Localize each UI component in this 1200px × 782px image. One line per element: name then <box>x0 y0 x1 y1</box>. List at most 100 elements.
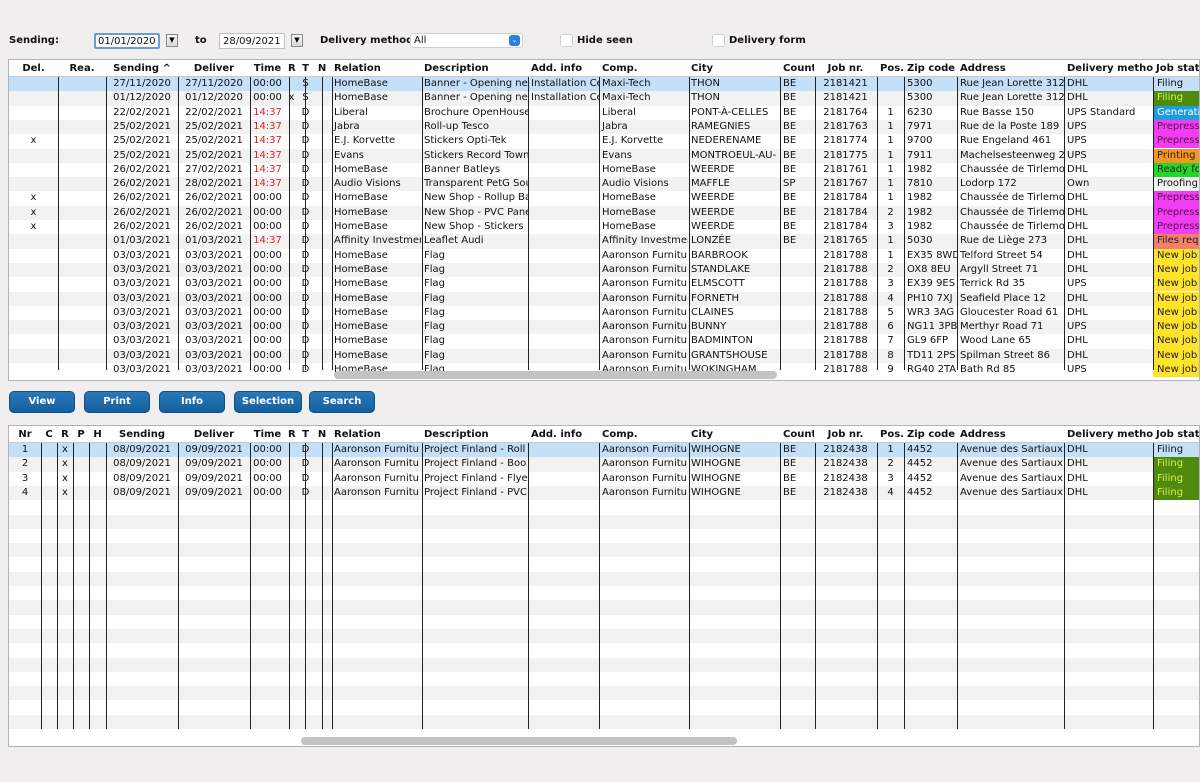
column-header-add_info[interactable]: Add. info <box>528 60 599 76</box>
column-header-deliver[interactable]: Deliver <box>178 60 250 76</box>
date-from-field[interactable]: 01/01/2020 <box>94 33 160 49</box>
column-divider[interactable] <box>877 443 878 729</box>
column-header-city[interactable]: City <box>688 60 780 76</box>
column-divider[interactable] <box>322 443 323 729</box>
table-row[interactable]: 03/03/202103/03/202100:00DHomeBaseFlagAa… <box>9 262 1199 278</box>
column-header-n[interactable]: N <box>313 426 331 442</box>
table-row[interactable]: 01/03/202101/03/202114:37DAffinity Inves… <box>9 234 1199 249</box>
column-header-count[interactable]: Count <box>780 60 814 76</box>
column-divider[interactable] <box>599 443 600 729</box>
delivery-form-checkbox[interactable] <box>712 34 725 47</box>
column-header-address[interactable]: Address <box>957 426 1064 442</box>
hide-seen-checkbox[interactable] <box>560 34 573 47</box>
column-divider[interactable] <box>815 77 816 370</box>
column-divider[interactable] <box>957 443 958 729</box>
table-row[interactable]: 03/03/202103/03/202100:00DHomeBaseFlagAa… <box>9 320 1199 335</box>
column-header-h[interactable]: H <box>89 426 106 442</box>
table-row[interactable]: x26/02/202126/02/202100:00DHomeBaseNew S… <box>9 220 1199 235</box>
column-divider[interactable] <box>1064 443 1065 729</box>
column-divider[interactable] <box>106 443 107 729</box>
column-divider[interactable] <box>305 443 306 729</box>
column-header-status[interactable]: Job statu <box>1153 426 1199 442</box>
date-from-dropdown-button[interactable]: ▼ <box>166 34 178 47</box>
column-header-count[interactable]: Count <box>780 426 814 442</box>
delivery-method-select[interactable]: All ⌄ <box>410 33 523 48</box>
column-divider[interactable] <box>957 77 958 370</box>
column-header-job_nr[interactable]: Job nr. <box>814 60 877 76</box>
table-row[interactable]: 03/03/202103/03/202100:00DHomeBaseFlagAa… <box>9 334 1199 349</box>
column-header-relation[interactable]: Relation <box>331 426 421 442</box>
selection-button[interactable]: Selection <box>234 391 302 413</box>
column-divider[interactable] <box>422 77 423 370</box>
column-header-zip[interactable]: Zip code <box>904 60 957 76</box>
table-row[interactable]: 03/03/202103/03/202100:00DHomeBaseFlagAa… <box>9 348 1199 363</box>
column-divider[interactable] <box>780 77 781 370</box>
column-divider[interactable] <box>322 77 323 370</box>
column-divider[interactable] <box>528 77 529 370</box>
column-divider[interactable] <box>422 443 423 729</box>
column-divider[interactable] <box>57 443 58 729</box>
table-row[interactable]: 03/03/202103/03/202100:00DHomeBaseFlagAa… <box>9 305 1199 321</box>
table-row[interactable]: 03/03/202103/03/202100:00DHomeBaseFlagAa… <box>9 277 1199 292</box>
column-header-c[interactable]: C <box>41 426 57 442</box>
column-header-relation[interactable]: Relation <box>331 60 421 76</box>
column-header-comp[interactable]: Comp. <box>599 426 688 442</box>
table-row[interactable]: 1x08/09/202109/09/202100:00DAaronson Fur… <box>9 443 1199 458</box>
column-divider[interactable] <box>1064 77 1065 370</box>
column-header-description[interactable]: Description <box>421 426 528 442</box>
column-header-n[interactable]: N <box>313 60 331 76</box>
column-header-t[interactable]: T <box>298 60 313 76</box>
view-button[interactable]: View <box>9 391 75 413</box>
column-header-pos[interactable]: Pos. <box>877 60 904 76</box>
table-row[interactable]: x26/02/202126/02/202100:00DHomeBaseNew S… <box>9 205 1199 220</box>
table-row[interactable]: x26/02/202126/02/202100:00DHomeBaseNew S… <box>9 191 1199 206</box>
table-row[interactable]: 25/02/202125/02/202114:37DEvansStickers … <box>9 148 1199 163</box>
table-row[interactable]: 01/12/202001/12/202000:00xSHomeBaseBanne… <box>9 91 1199 106</box>
column-divider[interactable] <box>528 443 529 729</box>
table-row[interactable]: 3x08/09/202109/09/202100:00DAaronson Fur… <box>9 471 1199 486</box>
job-positions-table-horizontal-scrollbar[interactable] <box>301 737 737 745</box>
column-header-del[interactable]: Del. <box>9 60 58 76</box>
column-header-time[interactable]: Time <box>250 426 285 442</box>
column-divider[interactable] <box>89 443 90 729</box>
column-header-delivery[interactable]: Delivery method <box>1064 60 1153 76</box>
column-divider[interactable] <box>73 443 74 729</box>
column-divider[interactable] <box>58 77 59 370</box>
column-header-delivery[interactable]: Delivery method <box>1064 426 1153 442</box>
column-header-nr[interactable]: Nr <box>9 426 41 442</box>
column-divider[interactable] <box>289 443 290 729</box>
column-header-sending[interactable]: Sending <box>106 426 178 442</box>
column-divider[interactable] <box>599 77 600 370</box>
column-header-r1[interactable]: R <box>57 426 73 442</box>
column-header-comp[interactable]: Comp. <box>599 60 688 76</box>
column-header-city[interactable]: City <box>688 426 780 442</box>
column-divider[interactable] <box>289 77 290 370</box>
column-divider[interactable] <box>689 443 690 729</box>
column-divider[interactable] <box>1153 443 1154 729</box>
column-divider[interactable] <box>689 77 690 370</box>
column-header-p[interactable]: P <box>73 426 89 442</box>
column-header-description[interactable]: Description <box>421 60 528 76</box>
column-header-r[interactable]: R <box>285 426 298 442</box>
column-divider[interactable] <box>815 443 816 729</box>
column-header-address[interactable]: Address <box>957 60 1064 76</box>
column-divider[interactable] <box>305 77 306 370</box>
table-row[interactable]: 26/02/202127/02/202114:37DHomeBaseBanner… <box>9 162 1199 178</box>
column-header-deliver[interactable]: Deliver <box>178 426 250 442</box>
column-divider[interactable] <box>332 77 333 370</box>
column-divider[interactable] <box>250 443 251 729</box>
column-header-sending-sorted-asc[interactable]: Sending ^ <box>106 60 178 76</box>
table-row[interactable]: 27/11/202027/11/202000:00SHomeBaseBanner… <box>9 77 1199 92</box>
table-row[interactable]: 03/03/202103/03/202100:00DHomeBaseFlagAa… <box>9 248 1199 263</box>
column-divider[interactable] <box>332 443 333 729</box>
table-row[interactable]: 4x08/09/202109/09/202100:00DAaronson Fur… <box>9 485 1199 501</box>
column-header-pos[interactable]: Pos. <box>877 426 904 442</box>
column-divider[interactable] <box>904 77 905 370</box>
column-header-t[interactable]: T <box>298 426 313 442</box>
column-divider[interactable] <box>41 443 42 729</box>
print-button[interactable]: Print <box>84 391 150 413</box>
table-row[interactable]: 22/02/202122/02/202114:37DLiberalBrochur… <box>9 105 1199 120</box>
column-header-add_info[interactable]: Add. info <box>528 426 599 442</box>
date-to-field[interactable]: 28/09/2021 <box>219 33 285 49</box>
info-button[interactable]: Info <box>159 391 225 413</box>
